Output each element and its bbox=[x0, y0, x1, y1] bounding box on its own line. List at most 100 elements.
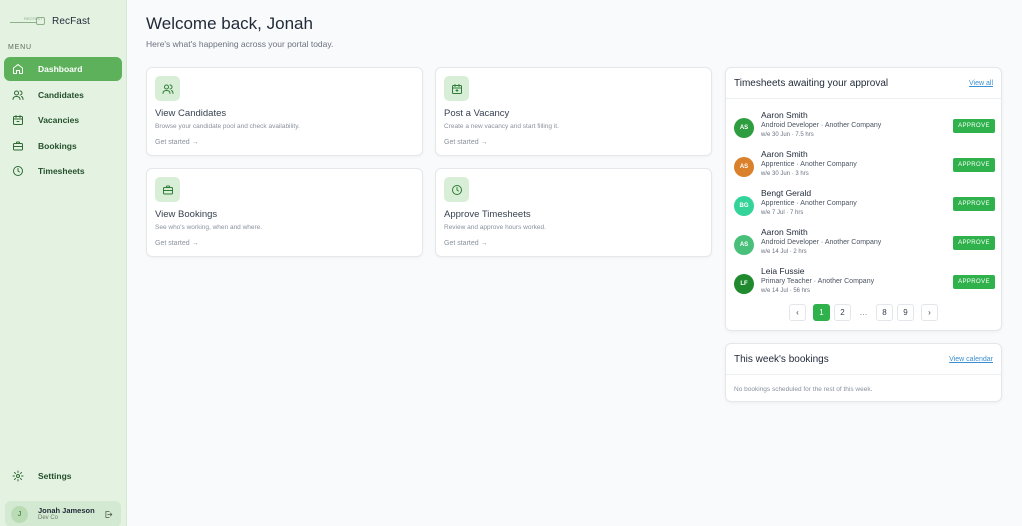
sidebar: RECFAST RecFast MENU Dashboard Candidate… bbox=[0, 0, 127, 526]
card-description: Browse your candidate pool and check ava… bbox=[155, 123, 300, 130]
card-post-vacancy[interactable]: Post a Vacancy Create a new vacancy and … bbox=[435, 67, 712, 156]
sidebar-nav: Dashboard Candidates Vacancies Bookings … bbox=[4, 57, 122, 185]
card-title: View Candidates bbox=[155, 108, 227, 119]
timesheet-name: Aaron Smith bbox=[761, 149, 808, 159]
sidebar-item-candidates[interactable]: Candidates bbox=[4, 83, 122, 107]
page-subtitle: Here's what's happening across your port… bbox=[146, 39, 334, 49]
avatar: AS bbox=[734, 118, 754, 138]
pagination-ellipsis: … bbox=[859, 308, 868, 317]
user-org: Dev Co bbox=[38, 514, 59, 521]
timesheet-role: Android Developer · Another Company bbox=[761, 122, 882, 129]
card-title: Approve Timesheets bbox=[444, 209, 531, 220]
sidebar-item-dashboard[interactable]: Dashboard bbox=[4, 57, 122, 81]
card-icon-box bbox=[155, 177, 180, 202]
table-row: AS Aaron Smith Android Developer · Anoth… bbox=[726, 227, 1003, 265]
timesheet-meta: w/e 30 Jun · 3 hrs bbox=[761, 171, 809, 177]
user-name: Jonah Jameson bbox=[38, 505, 95, 515]
timesheet-name: Leia Fussie bbox=[761, 266, 805, 276]
timesheet-meta: w/e 14 Jul · 2 hrs bbox=[761, 249, 807, 255]
timesheets-panel: Timesheets awaiting your approval View a… bbox=[725, 67, 1002, 331]
calendar-icon bbox=[13, 115, 23, 126]
card-icon-box bbox=[155, 76, 180, 101]
sidebar-item-settings[interactable]: Settings bbox=[4, 464, 122, 488]
timesheet-name: Aaron Smith bbox=[761, 110, 808, 120]
card-get-started-link[interactable]: Get started → bbox=[444, 240, 488, 247]
sidebar-item-vacancies[interactable]: Vacancies bbox=[4, 108, 122, 132]
pagination-next-button[interactable]: › bbox=[921, 304, 938, 321]
sidebar-item-timesheets[interactable]: Timesheets bbox=[4, 159, 122, 183]
table-row: LF Leia Fussie Primary Teacher · Another… bbox=[726, 266, 1003, 304]
sidebar-item-label: Dashboard bbox=[38, 64, 83, 74]
sidebar-item-label: Settings bbox=[38, 471, 72, 481]
timesheet-role: Android Developer · Another Company bbox=[761, 239, 882, 246]
timesheet-role: Apprentice · Another Company bbox=[761, 200, 857, 207]
card-approve-timesheets[interactable]: Approve Timesheets Review and approve ho… bbox=[435, 168, 712, 257]
sidebar-item-label: Vacancies bbox=[38, 115, 80, 126]
timesheet-meta: w/e 7 Jul · 7 hrs bbox=[761, 210, 804, 216]
user-card[interactable]: J Jonah Jameson Dev Co bbox=[5, 501, 121, 526]
pagination-page-9[interactable]: 9 bbox=[897, 304, 914, 321]
pagination: ‹ 1 2 … 8 9 › bbox=[726, 304, 1003, 322]
briefcase-icon bbox=[13, 141, 23, 151]
table-row: AS Aaron Smith Apprentice · Another Comp… bbox=[726, 149, 1003, 187]
brand-logo[interactable]: RECFAST RecFast bbox=[10, 14, 90, 28]
approve-button[interactable]: APPROVE bbox=[953, 275, 995, 289]
sidebar-settings: Settings bbox=[4, 464, 122, 490]
sidebar-item-label: Timesheets bbox=[38, 166, 85, 177]
card-get-started-link[interactable]: Get started → bbox=[155, 139, 199, 146]
panel-title: This week's bookings bbox=[734, 354, 829, 365]
avatar: J bbox=[11, 505, 28, 523]
sidebar-item-label: Bookings bbox=[38, 140, 77, 151]
pagination-page-8[interactable]: 8 bbox=[876, 304, 893, 321]
view-all-link[interactable]: View all bbox=[969, 80, 993, 87]
approve-button[interactable]: APPROVE bbox=[953, 197, 995, 211]
card-icon-box bbox=[444, 76, 469, 101]
timesheet-name: Bengt Gerald bbox=[761, 188, 812, 198]
users-icon bbox=[12, 90, 24, 100]
briefcase-icon bbox=[162, 185, 173, 194]
timesheet-name: Aaron Smith bbox=[761, 227, 808, 237]
card-description: Review and approve hours worked. bbox=[444, 224, 546, 231]
page-title: Welcome back, Jonah bbox=[146, 14, 313, 33]
card-title: View Bookings bbox=[155, 209, 218, 220]
pagination-page-1[interactable]: 1 bbox=[813, 304, 830, 321]
pagination-page-2[interactable]: 2 bbox=[834, 304, 851, 321]
panel-title: Timesheets awaiting your approval bbox=[734, 78, 889, 89]
view-calendar-link[interactable]: View calendar bbox=[949, 356, 993, 363]
approve-button[interactable]: APPROVE bbox=[953, 119, 995, 133]
timesheet-role: Apprentice · Another Company bbox=[761, 161, 857, 168]
approve-button[interactable]: APPROVE bbox=[953, 158, 995, 172]
card-get-started-link[interactable]: Get started → bbox=[444, 139, 488, 146]
card-view-bookings[interactable]: View Bookings See who's working, when an… bbox=[146, 168, 423, 257]
gear-icon bbox=[12, 470, 24, 482]
clock-icon bbox=[13, 166, 23, 177]
timesheet-meta: w/e 30 Jun · 7.5 hrs bbox=[761, 132, 814, 138]
card-description: See who's working, when and where. bbox=[155, 224, 263, 231]
card-icon-box bbox=[444, 177, 469, 202]
card-title: Post a Vacancy bbox=[444, 108, 510, 119]
pagination-prev-button[interactable]: ‹ bbox=[789, 304, 806, 321]
card-get-started-link[interactable]: Get started → bbox=[155, 240, 199, 247]
calendar-plus-icon bbox=[451, 83, 462, 94]
sidebar-item-label: Candidates bbox=[38, 89, 84, 100]
sidebar-item-bookings[interactable]: Bookings bbox=[4, 134, 122, 158]
home-icon bbox=[13, 64, 23, 74]
users-icon bbox=[162, 84, 173, 94]
logo-icon: RECFAST bbox=[10, 16, 46, 26]
table-row: BG Bengt Gerald Apprentice · Another Com… bbox=[726, 188, 1003, 226]
avatar: AS bbox=[734, 157, 754, 177]
card-view-candidates[interactable]: View Candidates Browse your candidate po… bbox=[146, 67, 423, 156]
timesheet-meta: w/e 14 Jul · 56 hrs bbox=[761, 288, 811, 294]
timesheet-role: Primary Teacher · Another Company bbox=[761, 278, 875, 285]
bookings-panel: This week's bookings View calendar No bo… bbox=[725, 343, 1002, 402]
avatar: BG bbox=[734, 196, 754, 216]
menu-label: MENU bbox=[8, 44, 32, 51]
approve-button[interactable]: APPROVE bbox=[953, 236, 995, 250]
card-description: Create a new vacancy and start filling i… bbox=[444, 123, 559, 130]
logout-icon[interactable] bbox=[104, 510, 113, 519]
clock-icon bbox=[451, 184, 462, 195]
table-row: AS Aaron Smith Android Developer · Anoth… bbox=[726, 110, 1003, 148]
bookings-empty-message: No bookings scheduled for the rest of th… bbox=[734, 386, 873, 393]
brand-name: RecFast bbox=[52, 15, 90, 27]
avatar: AS bbox=[734, 235, 754, 255]
